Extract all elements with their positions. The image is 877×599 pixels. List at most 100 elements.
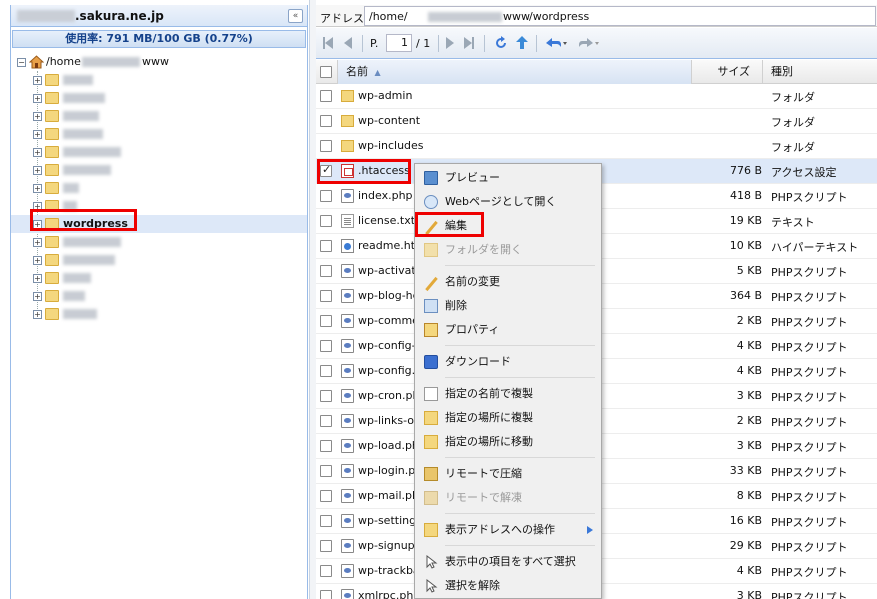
back-dropdown-icon[interactable] <box>544 35 568 51</box>
tree-node[interactable]: + <box>11 161 307 179</box>
column-header-size[interactable]: サイズ <box>692 60 763 84</box>
expand-icon[interactable]: + <box>33 76 42 85</box>
expand-icon[interactable]: + <box>33 274 42 283</box>
menu-item-select-all[interactable]: 表示中の項目をすべて選択 <box>415 551 601 573</box>
row-checkbox[interactable] <box>320 115 332 127</box>
row-checkbox[interactable] <box>320 465 332 477</box>
row-checkbox[interactable] <box>320 365 332 377</box>
menu-item-rename[interactable]: 名前の変更 <box>415 271 601 293</box>
tree-node[interactable]: + <box>11 287 307 305</box>
file-name[interactable]: wp-includes <box>358 139 424 152</box>
tree-node[interactable]: + <box>11 71 307 89</box>
html-file-icon <box>341 239 354 253</box>
file-name[interactable]: wp-config-s <box>358 339 421 352</box>
folder-icon <box>45 110 59 122</box>
menu-item-delete[interactable]: 削除 <box>415 295 601 317</box>
row-checkbox[interactable] <box>320 315 332 327</box>
tree-node[interactable]: + <box>11 179 307 197</box>
row-checkbox[interactable] <box>320 565 332 577</box>
row-checkbox[interactable] <box>320 440 332 452</box>
row-checkbox[interactable] <box>320 240 332 252</box>
row-checkbox[interactable] <box>320 215 332 227</box>
next-page-icon[interactable] <box>446 37 458 49</box>
row-checkbox[interactable] <box>320 340 332 352</box>
tree-node[interactable]: + <box>11 125 307 143</box>
menu-item-properties[interactable]: プロパティ <box>415 319 601 341</box>
file-name[interactable]: wp-content <box>358 114 420 127</box>
file-type: PHPスクリプト <box>771 416 848 429</box>
menu-item-copy-name[interactable]: 指定の名前で複製 <box>415 383 601 405</box>
menu-item-open-web[interactable]: Webページとして開く <box>415 191 601 213</box>
table-row[interactable]: wp-includes フォルダ <box>316 134 877 159</box>
expand-icon[interactable]: + <box>33 94 42 103</box>
expand-icon[interactable]: + <box>33 292 42 301</box>
file-name[interactable]: license.txt <box>358 214 415 227</box>
column-header-name[interactable]: 名前 ▲ <box>338 60 692 84</box>
file-name[interactable]: index.php <box>358 189 413 202</box>
menu-item-deselect[interactable]: 選択を解除 <box>415 575 601 597</box>
address-input[interactable]: /home/ www /wordpress <box>364 6 876 26</box>
prev-page-icon[interactable] <box>344 37 356 49</box>
refresh-icon[interactable] <box>493 35 509 51</box>
table-row[interactable]: wp-content フォルダ <box>316 109 877 134</box>
row-checkbox[interactable] <box>320 190 332 202</box>
parent-folder-icon[interactable] <box>514 35 530 51</box>
file-name[interactable]: wp-links-op <box>358 414 421 427</box>
file-name[interactable]: wp-activate <box>358 264 422 277</box>
file-type: PHPスクリプト <box>771 516 848 529</box>
file-name[interactable]: wp-login.ph <box>358 464 422 477</box>
expand-icon[interactable]: + <box>33 148 42 157</box>
tree-node[interactable]: + <box>11 233 307 251</box>
row-checkbox[interactable] <box>320 515 332 527</box>
column-header-type[interactable]: 種別 <box>763 60 877 84</box>
table-row[interactable]: wp-admin フォルダ <box>316 84 877 109</box>
file-manager-window: .sakura.ne.jp « 使用率: 791 MB/100 GB (0.77… <box>0 0 877 599</box>
file-name[interactable]: wp-admin <box>358 89 412 102</box>
row-checkbox[interactable] <box>320 390 332 402</box>
file-name[interactable]: wp-settings <box>358 514 422 527</box>
row-checkbox[interactable] <box>320 490 332 502</box>
row-checkbox[interactable] <box>320 90 332 102</box>
row-checkbox[interactable] <box>320 265 332 277</box>
expand-icon[interactable]: + <box>33 184 42 193</box>
tree-node[interactable]: + <box>11 107 307 125</box>
menu-item-compress[interactable]: リモートで圧縮 <box>415 463 601 485</box>
unzip-icon <box>424 491 438 505</box>
menu-item-move-place[interactable]: 指定の場所に移動 <box>415 431 601 453</box>
tree-root[interactable]: − /home www <box>11 53 307 71</box>
select-all-checkbox[interactable] <box>320 66 332 78</box>
tree-node[interactable]: + <box>11 89 307 107</box>
menu-item-download[interactable]: ダウンロード <box>415 351 601 373</box>
last-page-icon[interactable] <box>464 37 476 49</box>
expand-icon[interactable]: + <box>33 310 42 319</box>
file-name[interactable]: wp-config.p <box>358 364 422 377</box>
row-checkbox[interactable] <box>320 415 332 427</box>
tree-node[interactable]: + <box>11 305 307 323</box>
tree-node[interactable]: + <box>11 251 307 269</box>
tree-node[interactable]: + <box>11 143 307 161</box>
row-checkbox[interactable] <box>320 140 332 152</box>
folder-icon <box>45 254 59 266</box>
expand-icon[interactable]: + <box>33 238 42 247</box>
menu-item-address-ops[interactable]: 表示アドレスへの操作 <box>415 519 601 541</box>
first-page-icon[interactable] <box>323 37 335 49</box>
collapse-panel-button[interactable]: « <box>288 9 303 23</box>
forward-dropdown-icon[interactable] <box>576 35 600 51</box>
file-size: 4 KB <box>736 364 762 377</box>
row-checkbox[interactable] <box>320 540 332 552</box>
file-name[interactable]: xmlrpc.php <box>358 589 420 599</box>
php-file-icon <box>341 289 354 303</box>
tree-node[interactable]: + <box>11 269 307 287</box>
expand-icon[interactable]: + <box>33 256 42 265</box>
page-number-input[interactable]: 1 <box>386 34 412 52</box>
expand-icon[interactable]: + <box>33 166 42 175</box>
row-checkbox[interactable] <box>320 590 332 599</box>
collapse-icon[interactable]: − <box>17 58 26 67</box>
php-file-icon <box>341 439 354 453</box>
pane-splitter[interactable] <box>309 0 316 599</box>
expand-icon[interactable]: + <box>33 130 42 139</box>
row-checkbox[interactable] <box>320 290 332 302</box>
menu-item-copy-place[interactable]: 指定の場所に複製 <box>415 407 601 429</box>
menu-item-preview[interactable]: プレビュー <box>415 167 601 189</box>
expand-icon[interactable]: + <box>33 112 42 121</box>
